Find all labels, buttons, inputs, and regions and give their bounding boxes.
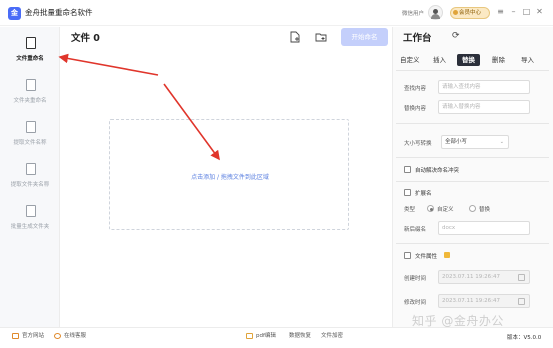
app-title: 金舟批量重命名软件 [25, 8, 93, 17]
created-time-label: 创建时间 [404, 276, 427, 282]
drop-zone[interactable]: 点击添加 / 拖拽文件到此区域 [109, 119, 349, 230]
modified-time-label: 修改时间 [404, 300, 427, 306]
type-custom-label: 自定义 [437, 207, 454, 213]
sidebar-item-file-rename[interactable]: 文件重命名 [0, 31, 60, 73]
file-count-title: 文件 0 [71, 33, 100, 44]
find-input[interactable]: 请输入查找内容 [438, 80, 530, 94]
data-recovery-link[interactable]: 数据恢复 [289, 331, 311, 339]
auto-conflict-checkbox[interactable] [404, 166, 411, 173]
pdf-edit-link[interactable]: pdf编辑 [246, 331, 276, 339]
maximize-icon[interactable]: □ [522, 7, 531, 17]
modified-time-input[interactable]: 2023.07.11 19:26:47 [438, 294, 530, 308]
chevron-down-icon: ⌄ [499, 139, 504, 145]
file-attr-label: 文件属性 [415, 254, 438, 260]
extension-label: 扩展名 [415, 191, 432, 197]
extract-foldername-icon [26, 163, 36, 175]
arrow-to-sidebar [58, 53, 159, 76]
add-folder-icon[interactable] [315, 31, 327, 43]
replace-label: 替换内容 [404, 106, 427, 112]
case-select[interactable]: 全部小写 ⌄ [441, 135, 509, 149]
website-icon [12, 332, 19, 339]
section-divider [396, 123, 549, 124]
start-rename-button[interactable]: 开始命名 [341, 28, 388, 46]
avatar[interactable] [428, 5, 443, 20]
sidebar-item-label: 文件夹重命名 [13, 98, 47, 104]
pdf-edit-label: pdf编辑 [256, 333, 276, 339]
close-icon[interactable]: ✕ [535, 7, 544, 17]
find-label: 查找内容 [404, 86, 427, 92]
sidebar-item-folder-rename[interactable]: 文件夹重命名 [0, 73, 60, 115]
file-encrypt-link[interactable]: 文件加密 [321, 331, 343, 339]
sidebar-item-batch-folder[interactable]: 批量生成文件夹 [0, 199, 60, 241]
type-replace-label: 替换 [479, 207, 491, 213]
auto-conflict-label: 自动解决命名冲突 [415, 168, 460, 174]
crown-icon [453, 10, 458, 15]
official-site-label: 官方网站 [22, 333, 45, 339]
drop-zone-text[interactable]: 点击添加 / 拖拽文件到此区域 [110, 172, 350, 181]
calendar-icon[interactable] [518, 298, 525, 305]
extension-checkbox[interactable] [404, 189, 411, 196]
support-label: 在线客服 [64, 333, 87, 339]
sidebar-item-extract-filename[interactable]: 提取文件名称 [0, 115, 60, 157]
sidebar-item-label: 提取文件夹名称 [10, 182, 50, 188]
tab-import[interactable]: 导入 [521, 54, 534, 66]
support-icon [54, 332, 61, 339]
minimize-icon[interactable]: – [509, 7, 518, 17]
version-label: 版本：V5.0.0 [507, 335, 542, 341]
type-replace-radio[interactable] [469, 205, 476, 212]
tab-insert[interactable]: 插入 [433, 54, 446, 66]
support-link[interactable]: 在线客服 [54, 331, 86, 339]
vip-center-button[interactable]: 会员中心 [450, 7, 490, 19]
modified-time-value: 2023.07.11 19:26:47 [442, 298, 500, 304]
replace-input[interactable]: 请输入替换内容 [438, 100, 530, 114]
sidebar-item-label: 提取文件名称 [13, 140, 47, 146]
type-custom-radio[interactable] [427, 205, 434, 212]
official-site-link[interactable]: 官方网站 [12, 331, 44, 339]
case-label: 大小写转换 [404, 141, 432, 147]
folder-rename-icon [26, 79, 36, 91]
tab-replace[interactable]: 替换 [457, 54, 480, 66]
pdf-icon [246, 332, 253, 339]
refresh-icon[interactable]: ⟳ [452, 31, 460, 41]
type-label: 类型 [404, 207, 416, 213]
new-ext-input[interactable]: docx [438, 221, 530, 235]
vip-center-label: 会员中心 [459, 10, 482, 16]
workbench-title: 工作台 [403, 33, 432, 44]
extract-filename-icon [26, 121, 36, 133]
section-divider [396, 243, 549, 244]
file-rename-icon [26, 37, 36, 49]
created-time-input[interactable]: 2023.07.11 19:26:47 [438, 270, 530, 284]
file-attr-checkbox[interactable] [404, 252, 411, 259]
tab-custom[interactable]: 自定义 [400, 54, 420, 66]
tabs-divider [396, 70, 549, 71]
batch-folder-icon [26, 205, 36, 217]
user-name[interactable]: 微信用户 [402, 9, 424, 17]
vip-lock-icon [444, 252, 450, 258]
section-divider [396, 181, 549, 182]
section-divider [396, 157, 549, 158]
new-ext-label: 新后缀名 [404, 227, 427, 233]
add-file-icon[interactable] [289, 31, 301, 43]
app-logo-icon: 金 [8, 7, 21, 20]
calendar-icon[interactable] [518, 274, 525, 281]
sidebar-item-extract-foldername[interactable]: 提取文件夹名称 [0, 157, 60, 199]
case-select-value: 全部小写 [445, 139, 468, 145]
created-time-value: 2023.07.11 19:26:47 [442, 274, 500, 280]
sidebar-item-label: 文件重命名 [16, 56, 44, 62]
menu-icon[interactable]: ≡ [496, 7, 505, 17]
tab-delete[interactable]: 删除 [492, 54, 505, 66]
sidebar-item-label: 批量生成文件夹 [10, 224, 50, 230]
